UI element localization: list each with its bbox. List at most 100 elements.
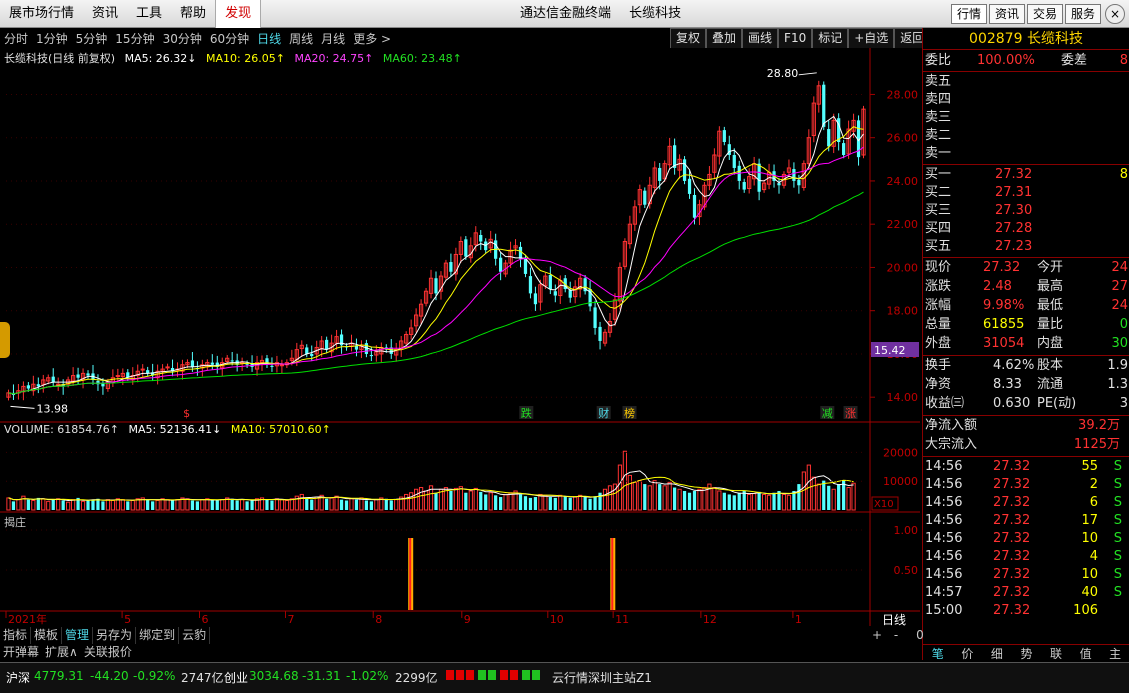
expand-button[interactable]: 扩展∧ — [42, 644, 81, 660]
period-more[interactable]: 更多 > — [349, 30, 395, 47]
server-name[interactable]: 云行情深圳主站Z1 — [552, 669, 652, 686]
tab-xi[interactable]: 细 — [991, 645, 1003, 661]
candle-body — [593, 307, 597, 328]
candle-body — [518, 246, 523, 259]
candle-body — [230, 360, 234, 362]
overlay-button[interactable]: 叠加 — [706, 28, 743, 48]
volume-bar — [200, 499, 205, 511]
trade-button[interactable]: 交易 — [1026, 4, 1063, 24]
tick-price: 27.32 — [993, 567, 1031, 582]
volume-bar — [797, 484, 801, 510]
quote-value-2: 27 — [1111, 279, 1128, 294]
volume-bar — [16, 499, 21, 511]
template-button[interactable]: 模板 — [31, 627, 63, 644]
volume-bar — [230, 498, 234, 510]
weicha-label: 委差 — [1061, 53, 1088, 68]
webi-label: 委比 — [925, 53, 952, 68]
candle-body — [140, 368, 145, 371]
low-price-arrow — [10, 405, 35, 409]
tab-bi[interactable]: 笔 — [932, 645, 944, 661]
tick-row: 14:56 27.32 6 S — [923, 494, 1129, 512]
tab-zhu[interactable]: 主 — [1109, 645, 1121, 661]
side-expand-handle[interactable] — [0, 322, 10, 358]
sh-pct: -0.92% — [133, 669, 176, 683]
draw-line-button[interactable]: 画线 — [742, 28, 779, 48]
volume-bar — [722, 492, 726, 510]
buy-level-label: 买三 — [925, 203, 952, 218]
mark-button[interactable]: 标记 — [812, 28, 849, 48]
buy-level-price: 27.31 — [995, 185, 1033, 200]
extra-toolbar: 开弹幕 扩展∧ 关联报价 — [0, 644, 920, 660]
tab-lian[interactable]: 联 — [1050, 645, 1062, 661]
period-5min[interactable]: 5分钟 — [72, 30, 112, 47]
quote-label-2: 量比 — [1037, 317, 1064, 332]
buy-row: 买四 27.28 — [923, 220, 1129, 238]
period-monthly[interactable]: 月线 — [317, 30, 349, 47]
period-60min[interactable]: 60分钟 — [206, 30, 253, 47]
close-icon[interactable]: × — [1105, 4, 1125, 24]
kline-chart[interactable]: 28.0026.0024.0022.0020.0018.0016.0014.00… — [0, 48, 920, 626]
menu-help[interactable]: 帮助 — [171, 0, 215, 28]
webi-value: 100.00% — [977, 53, 1035, 68]
stat-row: 净资 8.33 流通 1.3 — [923, 376, 1129, 394]
period-15min[interactable]: 15分钟 — [111, 30, 158, 47]
volume-bar — [404, 493, 409, 511]
cy-label[interactable]: 创业 — [224, 669, 248, 686]
volume-bar — [160, 498, 165, 511]
volume-bar — [344, 500, 349, 510]
candle-body — [115, 375, 120, 378]
yunbao-button[interactable]: 云豹 — [179, 627, 211, 644]
save-as-button[interactable]: 另存为 — [93, 627, 137, 644]
period-weekly[interactable]: 周线 — [285, 30, 317, 47]
menu-market[interactable]: 展市场行情 — [0, 0, 83, 28]
tab-jia[interactable]: 价 — [961, 645, 973, 661]
volume-bar — [86, 500, 90, 510]
quote-button[interactable]: 行情 — [950, 4, 987, 24]
buy-row: 买二 27.31 — [923, 184, 1129, 202]
bind-to-button[interactable]: 绑定到 — [136, 627, 180, 644]
volume-bar — [682, 490, 687, 510]
tick-volume: 10 — [1081, 531, 1098, 546]
price-tick-label: 26.00 — [887, 132, 919, 145]
news-button[interactable]: 资讯 — [988, 4, 1025, 24]
sh-value: 4779.31 — [34, 669, 84, 683]
related-quote-button[interactable]: 关联报价 — [81, 644, 135, 660]
service-button[interactable]: 服务 — [1064, 4, 1101, 24]
indicator-button[interactable]: 指标 — [0, 627, 32, 644]
fuquan-button[interactable]: 复权 — [670, 28, 707, 48]
candle-body — [658, 167, 662, 181]
price-tick-label: 18.00 — [887, 305, 919, 318]
volume-bar — [697, 488, 702, 511]
period-30min[interactable]: 30分钟 — [159, 30, 206, 47]
menu-discover[interactable]: 发现 — [215, 0, 262, 28]
zoom-in-button[interactable]: + — [872, 628, 882, 642]
quote-value-2: 30 — [1111, 336, 1128, 351]
zoom-reset-button[interactable]: 0 — [916, 628, 924, 642]
market-breadth-icon — [446, 663, 546, 687]
flow-row: 净流入额 39.2万 — [923, 417, 1129, 435]
add-watchlist-button[interactable]: +自选 — [848, 28, 895, 48]
weicha-value: 8 — [1119, 53, 1128, 68]
volume-bar — [458, 486, 463, 511]
panel-separator — [923, 415, 1129, 416]
month-label: 10 — [550, 613, 564, 626]
candle-body — [722, 130, 726, 143]
period-daily[interactable]: 日线 — [253, 30, 285, 47]
zoom-out-button[interactable]: - — [894, 628, 898, 642]
menu-tools[interactable]: 工具 — [127, 0, 171, 28]
sh-label[interactable]: 沪深 — [6, 669, 30, 686]
menu-news[interactable]: 资讯 — [83, 0, 127, 28]
period-fenshi[interactable]: 分时 — [0, 30, 32, 47]
tab-zhi[interactable]: 值 — [1080, 645, 1092, 661]
f10-button[interactable]: F10 — [778, 28, 813, 48]
period-1min[interactable]: 1分钟 — [32, 30, 72, 47]
quote-value-2: 24 — [1111, 298, 1128, 313]
sell-level-label: 卖四 — [925, 92, 952, 107]
danmu-button[interactable]: 开弹幕 — [0, 644, 42, 660]
candle-body — [26, 385, 30, 389]
manage-button[interactable]: 管理 — [62, 627, 94, 644]
flow-label: 净流入额 — [925, 418, 978, 433]
tab-shi[interactable]: 势 — [1020, 645, 1032, 661]
tick-price: 27.32 — [993, 549, 1031, 564]
volume-bar — [41, 498, 46, 511]
